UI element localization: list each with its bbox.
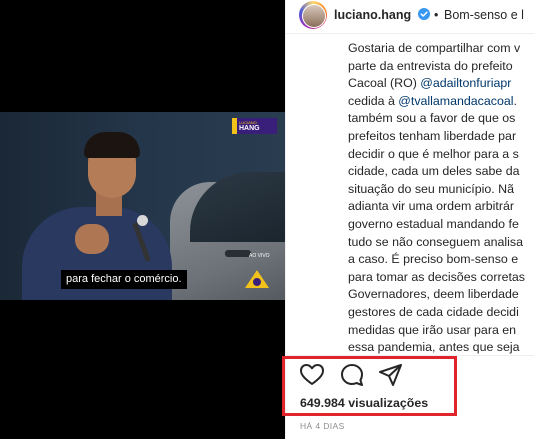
video-subtitle: para fechar o comércio. <box>61 270 187 289</box>
caption-line: medidas que irão usar para en <box>348 322 517 337</box>
views-count[interactable]: 649.984 visualizações <box>300 396 428 410</box>
live-label: AO VIVO <box>249 253 270 259</box>
video-person-hand <box>75 224 109 254</box>
channel-logo-bottom: HANG <box>239 124 260 132</box>
caption-line: para tomar as decisões corretas <box>348 269 525 284</box>
caption-line: prefeitos tenham liberdade par <box>348 128 517 143</box>
caption-line: situação do seu município. Nã <box>348 181 514 196</box>
mention-link[interactable]: @tvallamandacacoal <box>398 94 513 108</box>
username-link[interactable]: luciano.hang <box>334 8 411 22</box>
caption-line-text: Cacoal (RO) <box>348 76 421 91</box>
header-separator: • <box>434 8 439 22</box>
caption-line-text: cedida à <box>348 93 399 108</box>
caption-line: cedida à @tvallamandacacoal. <box>348 93 534 111</box>
caption-line-text: . <box>513 93 517 108</box>
broadcaster-logo-icon <box>245 270 269 288</box>
caption-line: Governadores, deem liberdade <box>348 287 519 302</box>
post-timestamp[interactable]: HÁ 4 DIAS <box>300 421 345 431</box>
caption-line: gestores de cada cidade decidi <box>348 304 519 319</box>
caption-line: Cacoal (RO) @adailtonfuriapr <box>348 75 534 93</box>
verified-badge-icon <box>418 8 430 20</box>
caption-line: decidir o que é melhor para a s <box>348 146 519 161</box>
video-frame[interactable]: LUCIANO HANG AO VIVO para fechar o comér… <box>0 112 285 300</box>
channel-logo: LUCIANO HANG <box>232 118 277 134</box>
video-player[interactable]: LUCIANO HANG AO VIVO para fechar o comér… <box>0 0 285 439</box>
caption-line: tudo se não conseguem analisa <box>348 234 523 249</box>
caption-line: parte da entrevista do prefeito <box>348 58 513 73</box>
caption-line: Gostaria de compartilhar com v <box>348 41 521 55</box>
post-caption: Gostaria de compartilhar com v parte da … <box>348 40 534 357</box>
caption-line: a caso. É preciso bom-senso e <box>348 252 519 267</box>
microphone-icon <box>137 215 148 226</box>
caption-line: governo estadual mandando fe <box>348 216 519 231</box>
caption-line: cidade, cada um deles sabe da <box>348 164 520 179</box>
header-caption: Bom-senso e l <box>444 8 524 22</box>
caption-line: adianta vir uma ordem arbitrár <box>348 199 514 214</box>
mention-link[interactable]: @adailtonfuriapr <box>420 76 511 90</box>
avatar[interactable] <box>302 4 326 28</box>
video-person-hair <box>84 132 140 158</box>
video-car-handle <box>225 250 251 257</box>
post-header: luciano.hang • Bom-senso e l <box>286 0 534 34</box>
caption-line: também sou a favor de que os <box>348 111 516 126</box>
